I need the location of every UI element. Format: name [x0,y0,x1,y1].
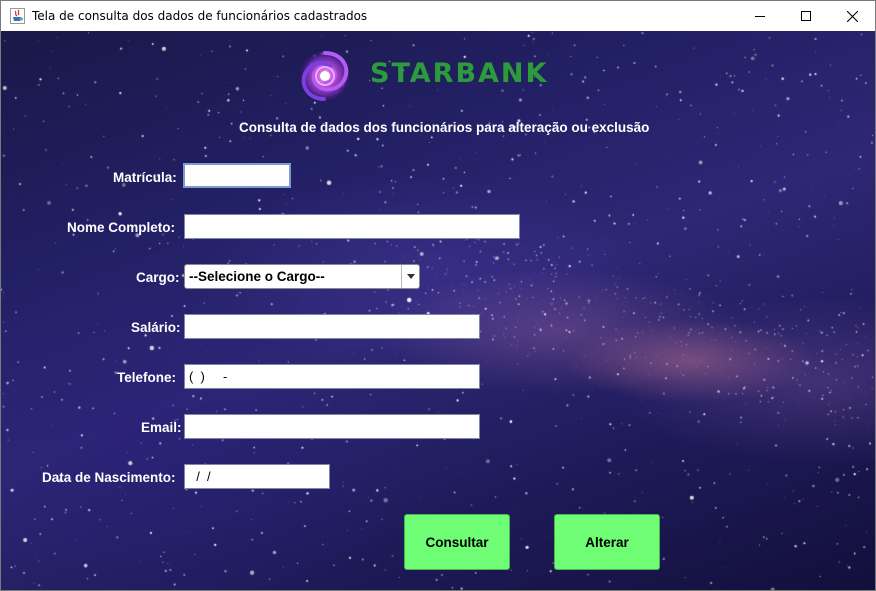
nascimento-input[interactable]: / / [184,464,330,489]
alterar-button[interactable]: Alterar [554,514,660,570]
maximize-icon [801,11,811,21]
nome-label: Nome Completo: [67,220,175,235]
salario-input[interactable] [184,314,480,339]
nome-input[interactable] [184,214,520,239]
window-title: Tela de consulta dos dados de funcionári… [32,9,368,23]
starfield-background [1,31,875,590]
form-panel: STARBANK Consulta de dados dos funcionár… [1,31,875,590]
minimize-button[interactable] [737,1,783,31]
chevron-down-icon[interactable] [401,265,419,288]
app-window: Tela de consulta dos dados de funcionári… [0,0,876,591]
nascimento-label: Data de Nascimento: [42,470,176,485]
email-input[interactable] [184,414,480,439]
matricula-label: Matrícula: [113,170,177,185]
form-heading: Consulta de dados dos funcionários para … [239,120,650,135]
maximize-button[interactable] [783,1,829,31]
java-cup-icon [10,8,25,24]
minimize-icon [755,16,765,17]
salario-label: Salário: [131,320,181,335]
telefone-label: Telefone: [117,370,177,385]
email-label: Email: [141,420,182,435]
telefone-input[interactable]: ( ) - [184,364,480,389]
matricula-input[interactable] [183,163,291,188]
cargo-label: Cargo: [136,270,180,285]
cargo-select[interactable]: --Selecione o Cargo-- [184,264,420,289]
close-button[interactable] [829,1,875,31]
title-bar[interactable]: Tela de consulta dos dados de funcionári… [1,1,875,31]
galaxy-logo [298,49,352,103]
cargo-selected-value: --Selecione o Cargo-- [189,269,325,284]
consultar-button[interactable]: Consultar [404,514,510,570]
close-icon [846,10,858,22]
brand-name: STARBANK [370,58,549,89]
